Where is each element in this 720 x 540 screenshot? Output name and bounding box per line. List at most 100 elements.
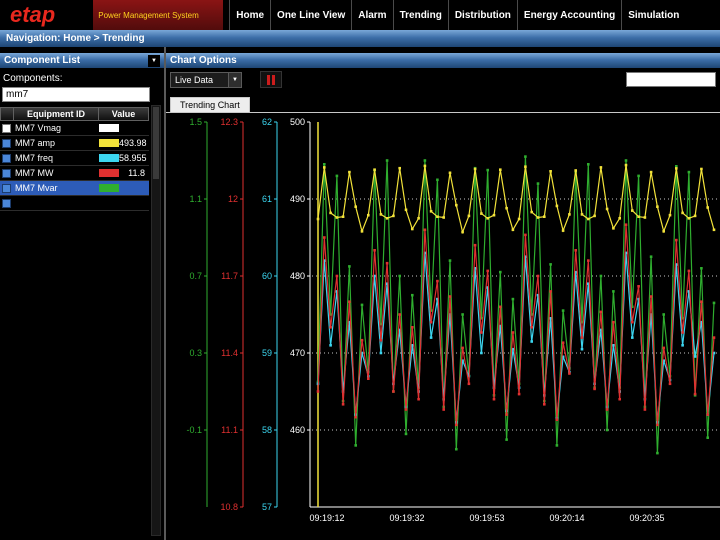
component-list-title: Component List bbox=[4, 55, 80, 66]
value-cell bbox=[97, 181, 147, 195]
value-cell bbox=[97, 121, 147, 135]
svg-text:500: 500 bbox=[290, 117, 305, 127]
toolbar-text-input[interactable] bbox=[626, 72, 716, 87]
svg-text:09:19:53: 09:19:53 bbox=[469, 513, 504, 523]
col-header-value: Value bbox=[99, 107, 149, 121]
equipment-id: MM7 Vmag bbox=[13, 123, 97, 133]
svg-text:60: 60 bbox=[262, 271, 272, 281]
svg-text:11.1: 11.1 bbox=[221, 425, 238, 435]
tab-bar: Trending Chart bbox=[166, 98, 720, 113]
svg-text:11.4: 11.4 bbox=[221, 348, 238, 358]
app-window: etap Power Management System HomeOne Lin… bbox=[0, 0, 720, 540]
svg-text:09:19:12: 09:19:12 bbox=[309, 513, 344, 523]
component-table-header: Equipment ID Value bbox=[0, 107, 149, 121]
chart-options-title: Chart Options bbox=[170, 55, 237, 66]
menu-item-one-line-view[interactable]: One Line View bbox=[270, 0, 351, 30]
svg-text:10.8: 10.8 bbox=[220, 502, 238, 512]
svg-text:62: 62 bbox=[262, 117, 272, 127]
checkbox-checked-icon[interactable] bbox=[2, 139, 11, 148]
svg-text:59: 59 bbox=[262, 348, 272, 358]
col-header-equipment-id: Equipment ID bbox=[14, 107, 99, 121]
menu-item-trending[interactable]: Trending bbox=[393, 0, 448, 30]
component-row[interactable] bbox=[0, 196, 149, 211]
svg-text:0.7: 0.7 bbox=[189, 271, 202, 281]
value-cell: 58.955 bbox=[97, 151, 147, 165]
chart-panel: Chart Options Live Data ▼ Trending Chart… bbox=[166, 47, 720, 540]
component-row[interactable]: MM7 MW 11.8 bbox=[0, 166, 149, 181]
menu-item-energy-accounting[interactable]: Energy Accounting bbox=[517, 0, 621, 30]
pause-icon bbox=[267, 75, 270, 85]
svg-text:480: 480 bbox=[290, 271, 305, 281]
svg-text:1.1: 1.1 bbox=[189, 194, 202, 204]
scrollbar-thumb[interactable] bbox=[153, 107, 159, 179]
menu-item-distribution[interactable]: Distribution bbox=[448, 0, 517, 30]
menu-item-home[interactable]: Home bbox=[229, 0, 270, 30]
component-value: 58.955 bbox=[119, 153, 149, 163]
component-value: 11.8 bbox=[128, 168, 147, 178]
top-bar: etap Power Management System HomeOne Lin… bbox=[0, 0, 720, 30]
pause-button[interactable] bbox=[260, 71, 282, 88]
main-menu: HomeOne Line ViewAlarmTrendingDistributi… bbox=[229, 0, 720, 30]
equipment-id: MM7 freq bbox=[13, 153, 97, 163]
series-color-swatch bbox=[99, 169, 119, 177]
components-label: Components: bbox=[3, 73, 160, 84]
checkbox-checked-icon[interactable] bbox=[2, 169, 11, 178]
data-mode-value: Live Data bbox=[175, 75, 213, 85]
value-cell: 11.8 bbox=[97, 166, 147, 180]
component-list-scrollbar[interactable] bbox=[151, 105, 161, 536]
chart-options-header: Chart Options bbox=[166, 53, 720, 68]
breadcrumb: Navigation: Home > Trending bbox=[6, 33, 145, 44]
component-table: Equipment ID Value MM7 Vmag MM7 amp 493.98… bbox=[0, 107, 149, 211]
chevron-down-icon: ▼ bbox=[228, 73, 241, 87]
chart-region: 1.5 1.1 0.7 0.3 -0.1 12.3 12 11.7 11.4 11.1 10.8 62… bbox=[166, 113, 720, 540]
svg-text:12: 12 bbox=[228, 194, 238, 204]
content-area: Component List ▼ Components: Equipment I… bbox=[0, 47, 720, 540]
svg-text:09:20:35: 09:20:35 bbox=[629, 513, 664, 523]
component-list-header: Component List ▼ bbox=[0, 53, 164, 68]
series-color-swatch bbox=[99, 139, 119, 147]
tab-trending-chart[interactable]: Trending Chart bbox=[170, 97, 250, 112]
svg-text:12.3: 12.3 bbox=[220, 117, 238, 127]
svg-text:61: 61 bbox=[262, 194, 272, 204]
trend-chart: 1.5 1.1 0.7 0.3 -0.1 12.3 12 11.7 11.4 11.1 10.8 62… bbox=[166, 113, 720, 540]
series-color-swatch bbox=[99, 124, 119, 132]
product-badge: Power Management System bbox=[93, 0, 223, 30]
component-row[interactable]: MM7 freq 58.955 bbox=[0, 151, 149, 166]
checkbox-checked-icon[interactable] bbox=[2, 154, 11, 163]
breadcrumb-bar: Navigation: Home > Trending bbox=[0, 30, 720, 47]
series-color-swatch bbox=[99, 154, 119, 162]
svg-text:09:19:32: 09:19:32 bbox=[389, 513, 424, 523]
svg-text:0.3: 0.3 bbox=[189, 348, 202, 358]
col-header-checkbox bbox=[0, 107, 14, 121]
value-cell bbox=[97, 196, 147, 210]
etap-logo: etap bbox=[10, 0, 55, 30]
component-row[interactable]: MM7 amp 493.98 bbox=[0, 136, 149, 151]
data-mode-select[interactable]: Live Data ▼ bbox=[170, 72, 242, 88]
svg-text:490: 490 bbox=[290, 194, 305, 204]
checkbox-checked-icon[interactable] bbox=[2, 184, 11, 193]
component-value: 493.98 bbox=[119, 138, 149, 148]
svg-text:1.5: 1.5 bbox=[189, 117, 202, 127]
checkbox-unchecked-icon[interactable] bbox=[2, 124, 11, 133]
component-filter-input[interactable] bbox=[2, 87, 150, 102]
equipment-id: MM7 MW bbox=[13, 168, 97, 178]
component-list-panel: Component List ▼ Components: Equipment I… bbox=[0, 47, 166, 540]
checkbox-checked-icon[interactable] bbox=[2, 199, 11, 208]
component-rows: MM7 Vmag MM7 amp 493.98 MM7 freq 58.955 MM7 M… bbox=[0, 121, 149, 211]
component-row[interactable]: MM7 Vmag bbox=[0, 121, 149, 136]
pause-icon bbox=[272, 75, 275, 85]
svg-text:470: 470 bbox=[290, 348, 305, 358]
chart-toolbar: Live Data ▼ bbox=[166, 68, 720, 90]
svg-text:11.7: 11.7 bbox=[221, 271, 238, 281]
svg-text:460: 460 bbox=[290, 425, 305, 435]
component-row[interactable]: MM7 Mvar bbox=[0, 181, 149, 196]
menu-item-alarm[interactable]: Alarm bbox=[351, 0, 392, 30]
equipment-id: MM7 Mvar bbox=[13, 183, 97, 193]
svg-text:57: 57 bbox=[262, 502, 272, 512]
equipment-id: MM7 amp bbox=[13, 138, 97, 148]
value-cell: 493.98 bbox=[97, 136, 147, 150]
svg-text:-0.1: -0.1 bbox=[186, 425, 202, 435]
collapse-arrow-icon[interactable]: ▼ bbox=[148, 55, 160, 67]
menu-item-simulation[interactable]: Simulation bbox=[621, 0, 685, 30]
svg-text:09:20:14: 09:20:14 bbox=[549, 513, 584, 523]
